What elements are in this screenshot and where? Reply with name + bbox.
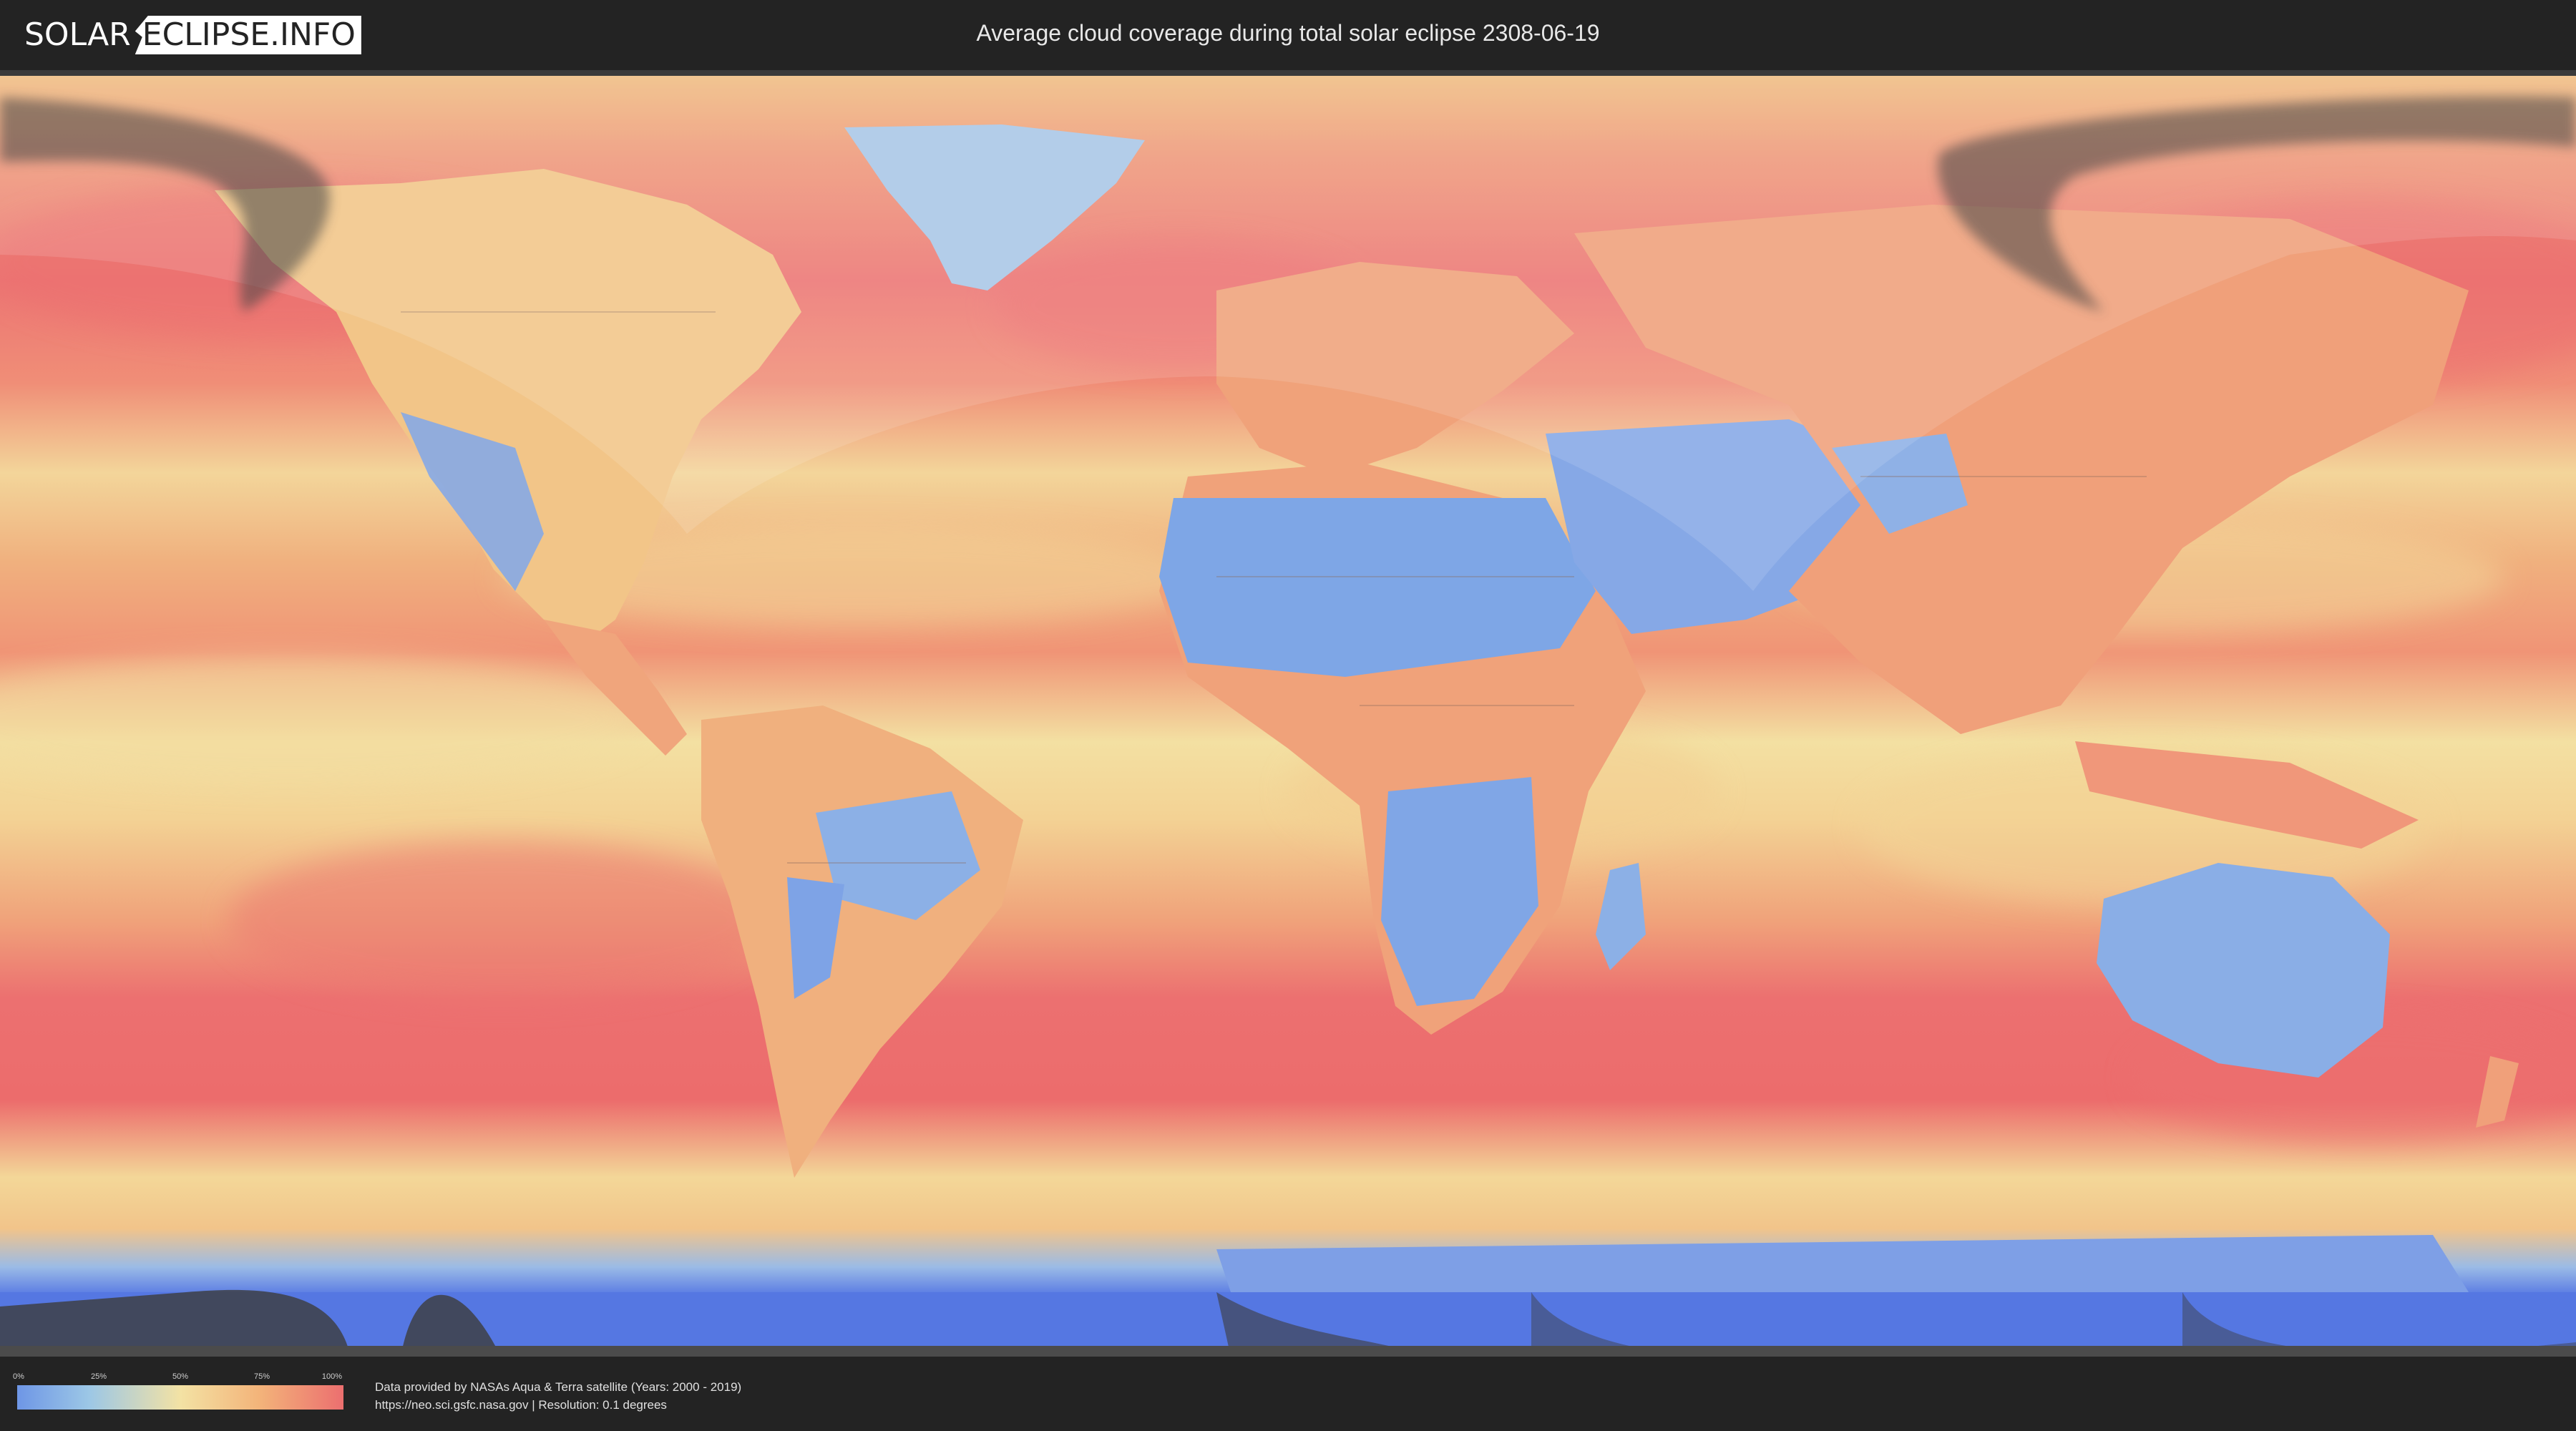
legend-tick-25: 25% bbox=[90, 1372, 107, 1381]
legend-tick-75: 75% bbox=[253, 1372, 270, 1381]
map-bottom-edge bbox=[0, 1346, 2576, 1357]
cloud-coverage-legend: 0% 25% 50% 75% 100% bbox=[13, 1372, 343, 1410]
legend-color-bar bbox=[17, 1385, 343, 1410]
sahara-clear bbox=[1159, 498, 1596, 677]
header-divider bbox=[0, 70, 2576, 76]
legend-tick-100: 100% bbox=[321, 1372, 343, 1381]
attribution-source: Data provided by NASAs Aqua & Terra sate… bbox=[375, 1380, 742, 1394]
world-map-svg bbox=[0, 76, 2576, 1357]
footer-bar: 0% 25% 50% 75% 100% Data provided by NAS… bbox=[0, 1357, 2576, 1431]
attribution-link[interactable]: https://neo.sci.gsfc.nasa.gov | Resoluti… bbox=[375, 1396, 741, 1414]
page-title: Average cloud coverage during total sola… bbox=[976, 20, 1600, 46]
legend-tick-0: 0% bbox=[13, 1372, 24, 1381]
cloud-coverage-map[interactable] bbox=[0, 76, 2576, 1357]
data-attribution: Data provided by NASAs Aqua & Terra sate… bbox=[375, 1378, 741, 1414]
legend-tick-50: 50% bbox=[172, 1372, 189, 1381]
legend-ticks: 0% 25% 50% 75% 100% bbox=[13, 1372, 343, 1384]
header-bar: SOLAR ECLIPSE.INFO Average cloud coverag… bbox=[0, 0, 2576, 70]
